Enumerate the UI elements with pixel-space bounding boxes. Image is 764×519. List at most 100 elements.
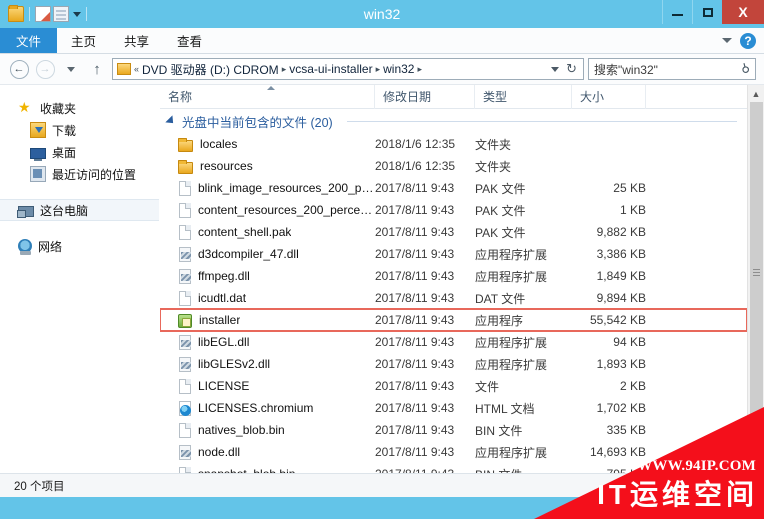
cell-name: LICENSES.chromium	[160, 400, 375, 416]
table-row[interactable]: blink_image_resources_200_percent.p...20…	[160, 177, 747, 199]
cell-type: 应用程序扩展	[475, 247, 548, 262]
cell-name: resources	[160, 159, 375, 174]
sidebar-item-label: 收藏夹	[40, 101, 77, 116]
vertical-scrollbar[interactable]: ▲	[747, 85, 764, 473]
cell-date: 2017/8/11 9:43	[375, 467, 475, 473]
properties-icon[interactable]	[53, 6, 69, 22]
tab-share[interactable]: 共享	[110, 28, 163, 53]
column-header-label: 修改日期	[383, 90, 432, 104]
table-row[interactable]: resources 2018/1/6 12:35 文件夹	[160, 155, 747, 177]
title-bar: win32 X	[0, 0, 764, 28]
refresh-icon[interactable]: ↻	[566, 61, 577, 77]
table-row[interactable]: content_shell.pak 2017/8/11 9:43 PAK 文件 9,8…	[160, 221, 747, 243]
dll-icon	[179, 444, 191, 460]
sidebar-item-label: 网络	[38, 239, 63, 254]
network-icon	[18, 239, 32, 255]
cell-date: 2017/8/11 9:43	[375, 423, 455, 437]
search-text: 搜索"win32"	[594, 62, 658, 77]
tab-view[interactable]: 查看	[163, 28, 216, 53]
file-name-label: ffmpeg.dll	[198, 269, 250, 283]
cell-type: PAK 文件	[475, 181, 526, 196]
column-header-type[interactable]: 类型	[475, 84, 572, 109]
sidebar-item-label: 桌面	[52, 145, 77, 160]
cell-type: BIN 文件	[475, 466, 572, 474]
sidebar-item-label: 下载	[52, 123, 77, 138]
minimize-button[interactable]	[662, 0, 692, 24]
collapse-triangle-icon[interactable]	[165, 115, 177, 127]
table-row[interactable]: LICENSES.chromium 2017/8/11 9:43 HTML 文档 1,…	[160, 397, 747, 419]
breadcrumb-vcsa-ui-installer[interactable]: vcsa-ui-installer	[289, 62, 372, 76]
maximize-icon	[702, 7, 713, 17]
recent-locations-button[interactable]	[60, 58, 82, 80]
table-row[interactable]: icudtl.dat 2017/8/11 9:43 DAT 文件 9,894 KB	[160, 287, 747, 309]
cell-size: 3,386 KB	[596, 247, 646, 261]
group-header[interactable]: 光盘中当前包含的文件 (20)	[160, 109, 747, 133]
column-header-date[interactable]: 修改日期	[375, 84, 475, 109]
address-bar[interactable]: « DVD 驱动器 (D:) CDROM ▸ vcsa-ui-installer…	[112, 58, 584, 80]
help-icon[interactable]: ?	[740, 32, 756, 49]
cell-name: ffmpeg.dll	[160, 268, 375, 284]
column-header-name[interactable]: 名称	[160, 84, 375, 109]
cell-date: 2017/8/11 9:43	[375, 225, 455, 239]
chevron-down-icon[interactable]	[722, 38, 732, 43]
table-row[interactable]: content_resources_200_percent.pak 2017/8/…	[160, 199, 747, 221]
sidebar-item-favorites[interactable]: ★ 收藏夹	[0, 97, 159, 119]
back-button[interactable]: ←	[8, 58, 30, 80]
customize-caret-icon[interactable]	[73, 11, 81, 17]
table-row[interactable]: ffmpeg.dll 2017/8/11 9:43 应用程序扩展 1,849 KB	[160, 265, 747, 287]
table-row[interactable]: installer 2017/8/11 9:43 应用程序 55,542 KB	[160, 308, 747, 332]
cell-size: 1,849 KB	[596, 269, 646, 283]
breadcrumb-drive[interactable]: DVD 驱动器 (D:) CDROM	[142, 61, 279, 78]
cell-size: 9,882 KB	[596, 225, 646, 239]
cell-type: 应用程序扩展	[475, 335, 548, 350]
scroll-up-icon[interactable]: ▲	[747, 85, 764, 102]
explorer-body: ★ 收藏夹 下载 桌面 最近访问的位置 这台电脑 网络 名称 修改日期 类型 大…	[0, 84, 764, 473]
sidebar-item-downloads[interactable]: 下载	[0, 119, 159, 141]
search-input[interactable]: 搜索"win32" ☌	[588, 58, 756, 80]
sidebar-item-desktop[interactable]: 桌面	[0, 141, 159, 163]
breadcrumb-separator-icon[interactable]: ▸	[417, 64, 422, 75]
dll-icon	[179, 356, 191, 372]
up-button[interactable]: ↑	[86, 58, 108, 80]
table-row[interactable]: node.dll 2017/8/11 9:43 应用程序扩展 14,693 KB	[160, 441, 747, 463]
sidebar-item-this-pc[interactable]: 这台电脑	[0, 199, 159, 221]
sidebar-item-network[interactable]: 网络	[0, 235, 159, 257]
scrollbar-grip-icon	[753, 268, 760, 276]
tab-file[interactable]: 文件	[0, 28, 58, 53]
cell-name: libGLESv2.dll	[160, 356, 375, 372]
breadcrumb-separator-icon[interactable]: ▸	[282, 64, 287, 75]
maximize-button[interactable]	[692, 0, 722, 24]
table-row[interactable]: d3dcompiler_47.dll 2017/8/11 9:43 应用程序扩展 3,…	[160, 243, 747, 265]
chevron-down-icon[interactable]	[551, 66, 560, 72]
new-doc-icon[interactable]	[35, 6, 51, 22]
breadcrumb-win32[interactable]: win32	[383, 62, 414, 76]
column-header-label: 大小	[580, 90, 605, 104]
sidebar-divider	[0, 221, 159, 235]
dll-icon	[179, 246, 191, 262]
forward-icon: →	[35, 59, 55, 79]
table-row[interactable]: libGLESv2.dll 2017/8/11 9:43 应用程序扩展 1,893 K…	[160, 353, 747, 375]
recent-places-icon	[30, 166, 46, 182]
forward-button[interactable]: →	[34, 58, 56, 80]
search-icon[interactable]: ☌	[737, 60, 754, 77]
cell-date: 2017/8/11 9:43	[375, 379, 455, 393]
file-name-label: locales	[200, 137, 238, 151]
cell-date: 2018/1/6 12:35	[375, 137, 456, 151]
column-header-size[interactable]: 大小	[572, 84, 646, 109]
table-row[interactable]: LICENSE 2017/8/11 9:43 文件 2 KB	[160, 375, 747, 397]
table-row[interactable]: snapshot_blob.bin 2017/8/11 9:43BIN 文件795…	[160, 463, 747, 473]
breadcrumb-prefix: «	[134, 64, 140, 74]
close-button[interactable]: X	[722, 0, 764, 24]
tab-home[interactable]: 主页	[57, 28, 110, 53]
drive-folder-icon	[117, 63, 131, 75]
sidebar-item-recent-places[interactable]: 最近访问的位置	[0, 163, 159, 185]
folder-icon[interactable]	[8, 5, 24, 22]
quick-access-toolbar[interactable]	[0, 3, 90, 25]
table-row[interactable]: libEGL.dll 2017/8/11 9:43 应用程序扩展 94 KB	[160, 331, 747, 353]
scrollbar-thumb[interactable]	[750, 102, 763, 442]
file-rows[interactable]: locales 2018/1/6 12:35 文件夹 resources 2018/1/…	[160, 133, 747, 473]
dll-icon	[179, 268, 191, 284]
breadcrumb-separator-icon[interactable]: ▸	[376, 64, 381, 75]
table-row[interactable]: locales 2018/1/6 12:35 文件夹	[160, 133, 747, 155]
table-row[interactable]: natives_blob.bin 2017/8/11 9:43 BIN 文件 335 …	[160, 419, 747, 441]
